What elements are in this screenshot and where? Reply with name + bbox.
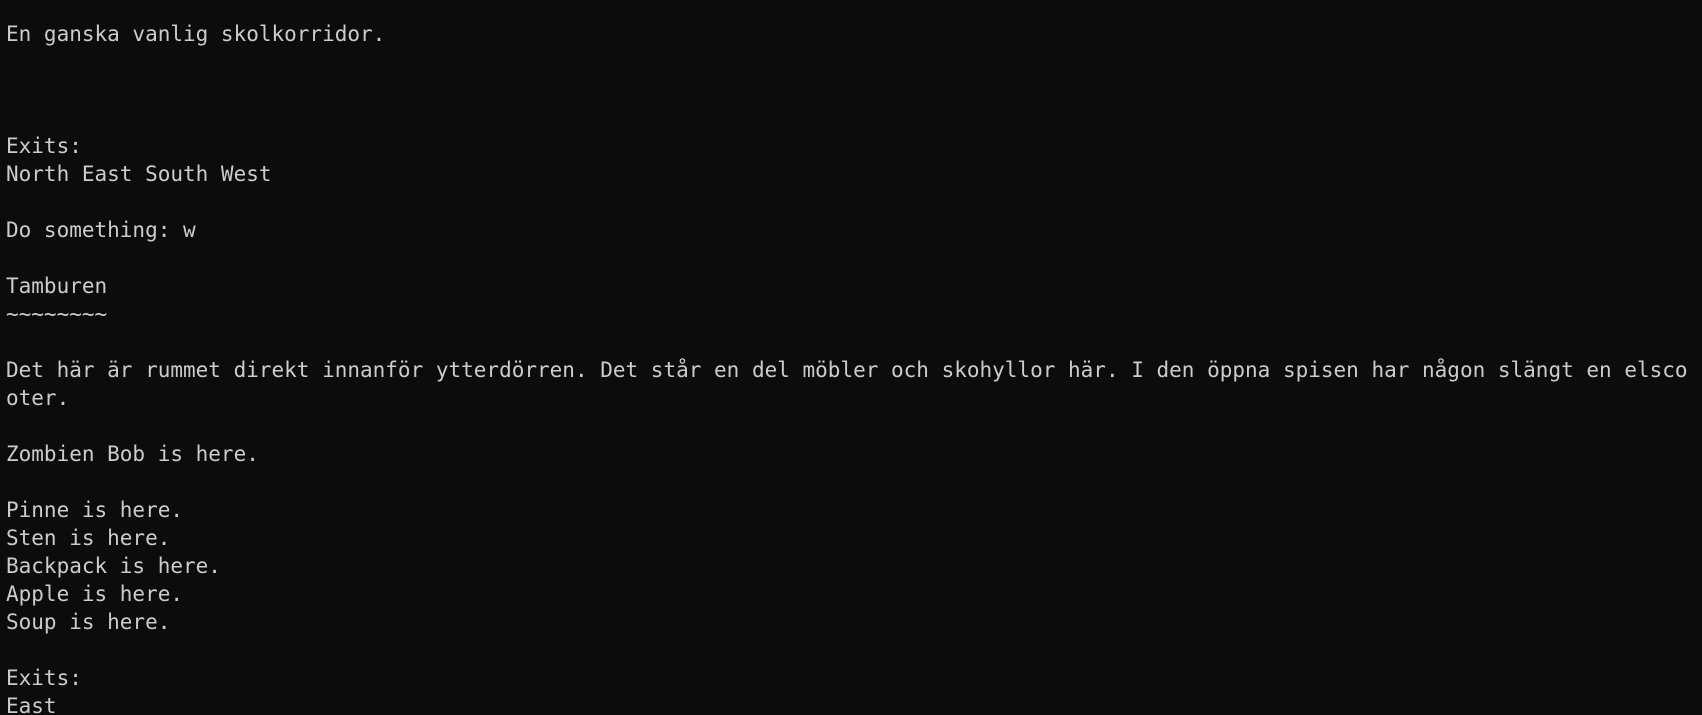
- exits-heading: Exits:: [6, 666, 82, 690]
- item-line: Backpack is here.: [6, 554, 221, 578]
- exits-list: East: [6, 694, 57, 715]
- npc-line: Zombien Bob is here.: [6, 442, 259, 466]
- item-line: Apple is here.: [6, 582, 184, 606]
- item-line: Sten is here.: [6, 526, 171, 550]
- room-description: Det här är rummet direkt innanför ytterd…: [6, 358, 1688, 410]
- previous-exits-heading: Exits:: [6, 134, 82, 158]
- command-prompt: Do something: w: [6, 218, 196, 242]
- item-line: Soup is here.: [6, 610, 171, 634]
- previous-room-description: En ganska vanlig skolkorridor.: [6, 22, 386, 46]
- previous-exits-list: North East South West: [6, 162, 272, 186]
- terminal-window[interactable]: En ganska vanlig skolkorridor. Exits: No…: [0, 0, 1702, 715]
- room-title-underline: ~~~~~~~~: [6, 302, 108, 326]
- room-title: Tamburen: [6, 274, 108, 298]
- item-line: Pinne is here.: [6, 498, 184, 522]
